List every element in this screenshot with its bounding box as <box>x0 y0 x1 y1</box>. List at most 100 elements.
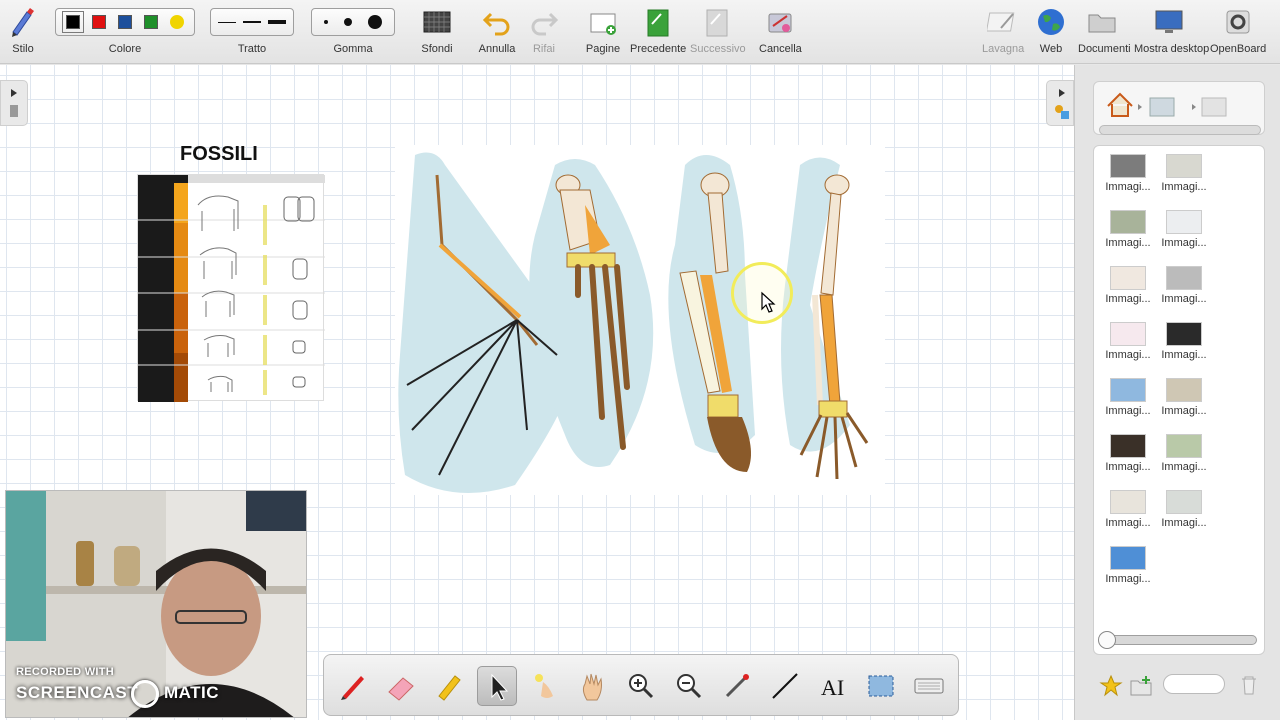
capture-tool-button[interactable] <box>717 666 757 706</box>
library-item[interactable]: Immagi... <box>1102 490 1154 529</box>
globe-icon <box>1038 9 1064 35</box>
stroke-thick-option[interactable] <box>267 20 286 24</box>
zoom-out-tool-button[interactable] <box>669 666 709 706</box>
cancella-button[interactable]: Cancella <box>759 0 802 64</box>
library-item-thumbnail <box>1166 434 1202 458</box>
zoom-in-tool-button[interactable] <box>621 666 661 706</box>
stroke-thin-option[interactable] <box>218 21 237 23</box>
library-item[interactable]: Immagi... <box>1158 266 1210 305</box>
annulla-button[interactable]: Annulla <box>478 0 516 64</box>
color-blue-swatch[interactable] <box>118 15 132 29</box>
gear-icon <box>1226 10 1250 34</box>
library-item[interactable]: Immagi... <box>1158 378 1210 417</box>
library-item[interactable]: Immagi... <box>1102 266 1154 305</box>
library-item[interactable]: Immagi... <box>1158 154 1210 193</box>
color-yellow-swatch[interactable] <box>170 15 184 29</box>
eraser-medium-option[interactable] <box>344 18 352 26</box>
hand-tool-button[interactable] <box>573 666 613 706</box>
library-item[interactable]: Immagi... <box>1102 154 1154 193</box>
library-item-label: Immagi... <box>1105 461 1151 473</box>
matic-label: MATIC <box>164 683 220 702</box>
library-item-label: Immagi... <box>1161 181 1207 193</box>
expand-right-icon <box>1055 89 1069 119</box>
library-item[interactable]: Immagi... <box>1158 434 1210 473</box>
library-items-grid: Immagi... Immagi... Immagi... Immagi... Imma… <box>1093 145 1265 655</box>
trash-icon[interactable] <box>1239 674 1259 696</box>
mouse-cursor-icon <box>761 291 776 313</box>
stilo-button[interactable]: Stilo <box>4 0 42 64</box>
laser-tool-button[interactable] <box>525 666 565 706</box>
selection-tool-button[interactable] <box>861 666 901 706</box>
library-item-thumbnail <box>1110 546 1146 570</box>
color-black-swatch[interactable] <box>62 11 84 33</box>
homologous-limbs-image[interactable] <box>395 145 885 495</box>
library-item-thumbnail <box>1166 490 1202 514</box>
highlighter-tool-button[interactable] <box>429 666 469 706</box>
eraser-size-selector <box>311 8 395 36</box>
color-green-swatch[interactable] <box>144 15 158 29</box>
library-item[interactable]: Immagi... <box>1158 490 1210 529</box>
sfondi-button[interactable]: Sfondi <box>417 0 457 64</box>
library-item[interactable]: Immagi... <box>1102 210 1154 249</box>
keyboard-icon <box>914 678 944 694</box>
openboard-button[interactable]: OpenBoard <box>1210 0 1266 64</box>
color-red-swatch[interactable] <box>92 15 106 29</box>
precedente-button[interactable]: Precedente <box>630 0 686 64</box>
library-item[interactable]: Immagi... <box>1102 378 1154 417</box>
library-item-thumbnail <box>1166 154 1202 178</box>
svg-text:AI: AI <box>821 675 844 700</box>
library-item-label: Immagi... <box>1105 293 1151 305</box>
pointer-tool-button[interactable] <box>477 666 517 706</box>
library-item-thumbnail <box>1166 378 1202 402</box>
line-icon <box>772 673 798 699</box>
slider-knob[interactable] <box>1098 631 1116 649</box>
eraser-large-option[interactable] <box>368 15 382 29</box>
library-item-label: Immagi... <box>1105 237 1151 249</box>
library-item[interactable]: Immagi... <box>1102 546 1154 585</box>
keyboard-tool-button[interactable] <box>909 666 949 706</box>
library-item[interactable]: Immagi... <box>1102 322 1154 361</box>
left-palette-toggle[interactable] <box>0 80 28 126</box>
stroke-medium-option[interactable] <box>242 21 261 23</box>
library-nav-scrollbar[interactable] <box>1099 125 1261 135</box>
text-tool-button[interactable]: AI <box>813 666 853 706</box>
library-item[interactable]: Immagi... <box>1158 210 1210 249</box>
library-search-input[interactable] <box>1163 674 1225 694</box>
stylus-icon <box>12 8 34 37</box>
library-item-thumbnail <box>1110 154 1146 178</box>
line-tool-button[interactable] <box>765 666 805 706</box>
library-item-label: Immagi... <box>1105 517 1151 529</box>
main-toolbar: Stilo Colore Tratto Gomma Sfondi Annulla… <box>0 0 1280 64</box>
new-folder-icon[interactable] <box>1129 674 1153 698</box>
successivo-button[interactable]: Successivo <box>690 0 746 64</box>
library-item[interactable]: Immagi... <box>1158 322 1210 361</box>
color-selector <box>55 8 195 36</box>
thumbnail-size-slider[interactable] <box>1098 631 1257 649</box>
library-item-label: Immagi... <box>1105 405 1151 417</box>
hand-icon <box>582 673 602 701</box>
eraser-small-option[interactable] <box>324 20 328 24</box>
web-button[interactable]: Web <box>1034 0 1068 64</box>
library-item-thumbnail <box>1110 210 1146 234</box>
library-item-thumbnail <box>1166 266 1202 290</box>
pagine-button[interactable]: Pagine <box>585 0 621 64</box>
whiteboard-icon <box>987 12 1015 32</box>
stroke-group: Tratto <box>210 0 294 64</box>
favorite-star-icon[interactable] <box>1099 674 1123 698</box>
horse-evolution-illustration <box>138 175 325 402</box>
documenti-button[interactable]: Documenti <box>1078 0 1131 64</box>
lavagna-button[interactable]: Lavagna <box>982 0 1024 64</box>
library-item-thumbnail <box>1110 490 1146 514</box>
expand-left-icon <box>10 89 18 117</box>
redo-icon <box>531 12 559 36</box>
library-toggle[interactable] <box>1046 80 1074 126</box>
eraser-tool-button[interactable] <box>381 666 421 706</box>
horse-evolution-image[interactable] <box>137 174 325 402</box>
mostra-desktop-button[interactable]: Mostra desktop <box>1134 0 1209 64</box>
library-item-label: Immagi... <box>1161 405 1207 417</box>
rifai-button[interactable]: Rifai <box>526 0 562 64</box>
pen-tool-button[interactable] <box>333 666 373 706</box>
clear-page-icon <box>768 13 792 33</box>
library-item[interactable]: Immagi... <box>1102 434 1154 473</box>
pointer-icon <box>491 673 509 701</box>
